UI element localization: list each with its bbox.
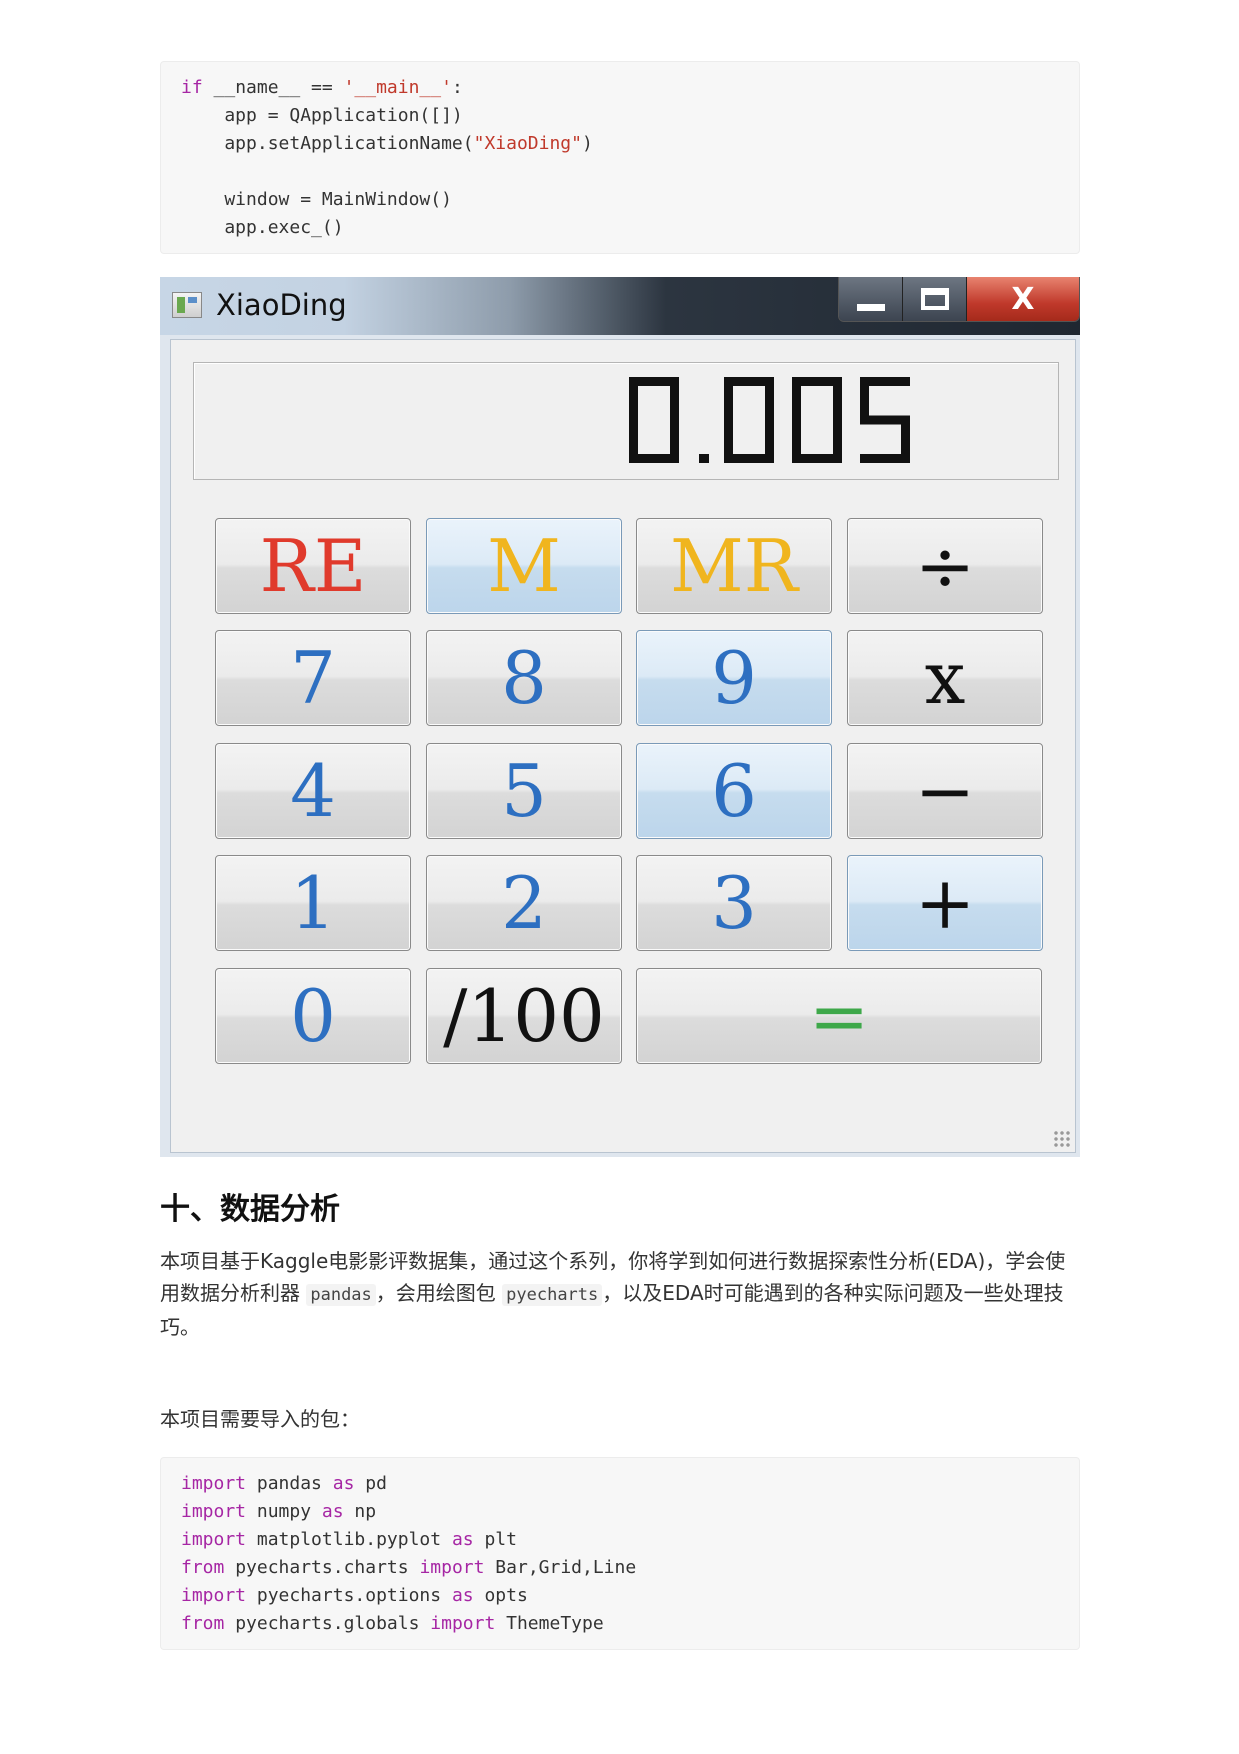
lcd-decimal-point <box>699 454 709 463</box>
code-keyword: import <box>181 1501 247 1522</box>
code-keyword: import <box>181 1529 247 1550</box>
code-text: np <box>343 1501 377 1522</box>
code-keyword: import <box>181 1473 247 1494</box>
digit-5-button[interactable]: 5 <box>426 743 622 839</box>
code-text: pyecharts.charts <box>224 1557 420 1578</box>
close-button[interactable]: X <box>967 277 1079 321</box>
digit-6-button[interactable]: 6 <box>636 743 832 839</box>
code-text: opts <box>473 1585 528 1606</box>
lcd-value <box>629 377 910 463</box>
code-keyword: from <box>181 1557 225 1578</box>
code-text: matplotlib.pyplot <box>246 1529 452 1550</box>
code-text: ThemeType <box>495 1613 604 1634</box>
code-keyword: as <box>451 1585 474 1606</box>
code-keyword: import <box>181 1585 247 1606</box>
code-keyword: from <box>181 1613 225 1634</box>
digit-2-button[interactable]: 2 <box>426 855 622 951</box>
code-keyword: as <box>332 1473 355 1494</box>
close-icon: X <box>1011 281 1035 317</box>
code-text: pd <box>354 1473 387 1494</box>
minus-button[interactable]: − <box>847 743 1043 839</box>
minimize-button[interactable] <box>839 277 903 321</box>
code-text: app = QApplication([]) <box>181 105 463 126</box>
divide-button[interactable]: ÷ <box>847 518 1043 614</box>
code-line: import matplotlib.pyplot as plt <box>181 1526 1059 1554</box>
multiply-button[interactable]: x <box>847 630 1043 726</box>
code-text: pyecharts.globals <box>224 1613 431 1634</box>
code-string: '__main__' <box>343 77 452 98</box>
code-text: numpy <box>246 1501 322 1522</box>
plus-button[interactable]: + <box>847 855 1043 951</box>
percent-button[interactable]: /100 <box>426 968 622 1064</box>
app-icon <box>172 292 202 318</box>
code-keyword: import <box>419 1557 485 1578</box>
digit-7-button[interactable]: 7 <box>215 630 411 726</box>
intro-text-b: ，会用绘图包 <box>375 1281 496 1305</box>
lcd-digit <box>724 377 774 463</box>
code-string: "XiaoDing" <box>473 133 582 154</box>
lcd-digit <box>629 377 679 463</box>
code-text: plt <box>473 1529 517 1550</box>
calculator-client-area: RE M MR ÷ 7 8 9 x 4 5 6 − 1 2 3 + 0 /100… <box>170 339 1076 1153</box>
digit-1-button[interactable]: 1 <box>215 855 411 951</box>
equals-button[interactable]: = <box>636 968 1042 1064</box>
code-text: pyecharts.options <box>246 1585 452 1606</box>
lcd-display <box>193 362 1059 480</box>
reset-button[interactable]: RE <box>215 518 411 614</box>
code-text: __name__ == <box>202 77 344 98</box>
code-line: if __name__ == '__main__': <box>181 74 1059 102</box>
digit-8-button[interactable]: 8 <box>426 630 622 726</box>
code-text: app.setApplicationName( <box>181 133 474 154</box>
lcd-digit <box>792 377 842 463</box>
minimize-icon <box>856 303 885 311</box>
digit-9-button[interactable]: 9 <box>636 630 832 726</box>
code-line: from pyecharts.charts import Bar,Grid,Li… <box>181 1554 1059 1582</box>
code-line: from pyecharts.globals import ThemeType <box>181 1610 1059 1638</box>
code-line: import numpy as np <box>181 1498 1059 1526</box>
lcd-digit <box>860 377 910 463</box>
code-text: window = MainWindow() <box>181 189 452 210</box>
inline-code-pandas: pandas <box>306 1284 376 1306</box>
code-line: app = QApplication([]) <box>181 102 1059 130</box>
code-text: : <box>451 77 463 98</box>
code-text: Bar,Grid,Line <box>484 1557 637 1578</box>
window-title: XiaoDing <box>216 288 347 322</box>
window-controls: X <box>838 277 1080 322</box>
digit-3-button[interactable]: 3 <box>636 855 832 951</box>
code-text: app.exec_() <box>181 217 344 238</box>
digit-4-button[interactable]: 4 <box>215 743 411 839</box>
code-keyword: import <box>430 1613 496 1634</box>
inline-code-pyecharts: pyecharts <box>502 1284 603 1306</box>
code-line: window = MainWindow() <box>181 186 1059 214</box>
code-keyword: as <box>321 1501 344 1522</box>
calculator-window: XiaoDing X RE M MR ÷ 7 8 9 x 4 5 6 − 1 2… <box>160 277 1080 1157</box>
code-block-imports: import pandas as pd import numpy as np imp… <box>160 1457 1080 1650</box>
code-line: import pyecharts.options as opts <box>181 1582 1059 1610</box>
imports-intro-paragraph: 本项目需要导入的包： <box>160 1407 360 1431</box>
digit-0-button[interactable]: 0 <box>215 968 411 1064</box>
code-keyword: if <box>181 77 203 98</box>
code-line: import pandas as pd <box>181 1470 1059 1498</box>
maximize-icon <box>920 288 949 310</box>
intro-paragraph: 本项目基于Kaggle电影影评数据集，通过这个系列，你将学到如何进行数据探索性分… <box>160 1245 1080 1343</box>
code-keyword: as <box>451 1529 474 1550</box>
resize-grip-icon[interactable] <box>1053 1130 1071 1148</box>
code-line: app.setApplicationName("XiaoDing") <box>181 130 1059 158</box>
code-text: pandas <box>246 1473 333 1494</box>
title-bar[interactable]: XiaoDing X <box>160 277 1080 335</box>
maximize-button[interactable] <box>903 277 967 321</box>
code-line: app.exec_() <box>181 214 1059 242</box>
memory-recall-button[interactable]: MR <box>636 518 832 614</box>
memory-store-button[interactable]: M <box>426 518 622 614</box>
section-heading: 十、数据分析 <box>160 1192 340 1227</box>
code-block-main: if __name__ == '__main__': app = QApplic… <box>160 61 1080 254</box>
code-text: ) <box>581 133 593 154</box>
